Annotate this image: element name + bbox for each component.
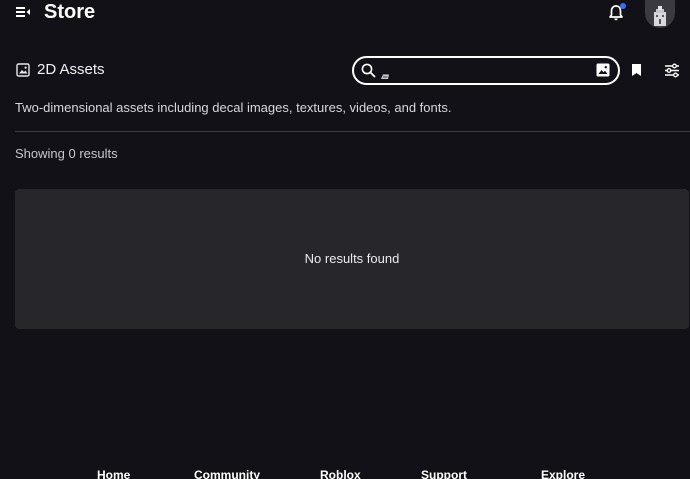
search-query-glyph	[380, 67, 390, 79]
top-bar: Store	[0, 0, 690, 28]
footer-link-explore[interactable]: Explore	[541, 468, 585, 479]
empty-results-panel: No results found	[15, 189, 689, 329]
divider	[15, 131, 690, 132]
footer-link-roblox[interactable]: Roblox	[320, 468, 361, 479]
bookmark-icon[interactable]	[631, 63, 642, 77]
footer-link-support[interactable]: Support	[421, 468, 467, 479]
footer-link-community[interactable]: Community	[194, 468, 260, 479]
image-search-icon[interactable]	[596, 63, 610, 77]
notification-badge	[620, 3, 626, 9]
search-icon	[361, 63, 376, 78]
filters-icon[interactable]	[664, 63, 680, 78]
results-count: Showing 0 results	[15, 146, 118, 161]
search-input[interactable]	[392, 60, 588, 81]
page-title: Store	[44, 1, 96, 23]
category-title: 2D Assets	[37, 61, 105, 78]
empty-message: No results found	[304, 251, 400, 266]
footer-link-home[interactable]: Home	[97, 468, 130, 479]
category-description: Two-dimensional assets including decal i…	[15, 100, 452, 115]
menu-collapse-icon[interactable]	[14, 4, 32, 20]
image-icon	[16, 63, 30, 77]
store-page: Store 2D Assets Two-dimensional assets i…	[0, 0, 690, 479]
avatar[interactable]	[645, 0, 675, 28]
search-bar	[352, 56, 620, 85]
